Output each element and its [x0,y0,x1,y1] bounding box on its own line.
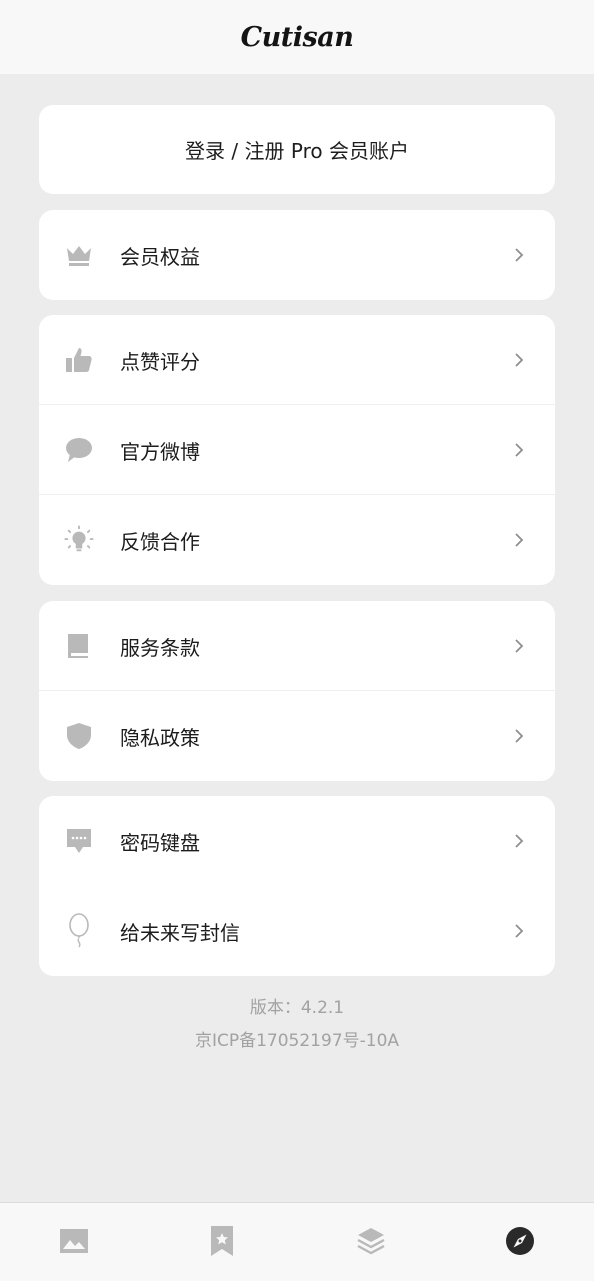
tab-bookmarks[interactable] [206,1225,238,1257]
menu-item-label: 隐私政策 [120,725,200,750]
menu-item-label: 反馈合作 [120,529,200,554]
login-register-label: 登录 / 注册 Pro 会员账户 [185,139,409,163]
chevron-right-icon [515,443,524,457]
menu-item-rate[interactable]: 点赞评分 [39,315,555,405]
group-legal: 服务条款 隐私政策 [39,601,555,781]
menu-item-membership-benefits[interactable]: 会员权益 [39,210,555,300]
message-dots-icon [64,826,94,856]
chevron-right-icon [515,639,524,653]
group-extras: 密码键盘 给未来写封信 [39,796,555,976]
menu-item-label: 会员权益 [120,244,200,269]
menu-item-terms[interactable]: 服务条款 [39,601,555,691]
chevron-right-icon [515,533,524,547]
menu-item-label: 官方微博 [120,439,200,464]
layers-icon [357,1228,385,1255]
app-logo: Cutisan [240,21,354,53]
icp-text: 京ICP备17052197号-10A [194,1031,400,1051]
shield-icon [64,721,94,751]
chevron-right-icon [515,834,524,848]
group-membership: 会员权益 [39,210,555,300]
chevron-right-icon [515,353,524,367]
menu-item-label: 密码键盘 [120,830,200,855]
crown-icon [64,240,94,270]
bottom-tab-bar [0,1202,594,1281]
menu-item-password-keyboard[interactable]: 密码键盘 [39,796,555,886]
tab-gallery[interactable] [58,1225,90,1257]
balloon-icon [64,913,94,948]
menu-item-label: 给未来写封信 [120,920,240,945]
compass-icon [506,1227,534,1255]
bookmark-star-icon [211,1226,233,1256]
group-social: 点赞评分 官方微博 反馈合作 [39,315,555,585]
app-header: Cutisan [0,0,594,74]
menu-item-weibo[interactable]: 官方微博 [39,405,555,495]
menu-item-label: 点赞评分 [120,349,200,374]
chevron-right-icon [515,729,524,743]
menu-item-feedback[interactable]: 反馈合作 [39,495,555,585]
image-icon [60,1229,88,1253]
version-text: 版本：4.2.1 [249,998,345,1018]
tab-discover[interactable] [504,1225,536,1257]
menu-item-label: 服务条款 [120,635,200,660]
lightbulb-icon [64,525,94,555]
tab-layers[interactable] [355,1225,387,1257]
thumbs-up-icon [64,345,94,375]
menu-item-privacy[interactable]: 隐私政策 [39,691,555,781]
chat-bubble-icon [64,435,94,465]
chevron-right-icon [515,248,524,262]
login-register-button[interactable]: 登录 / 注册 Pro 会员账户 [39,105,555,194]
chevron-right-icon [515,924,524,938]
menu-item-letter-to-future[interactable]: 给未来写封信 [39,886,555,976]
book-icon [64,631,94,661]
